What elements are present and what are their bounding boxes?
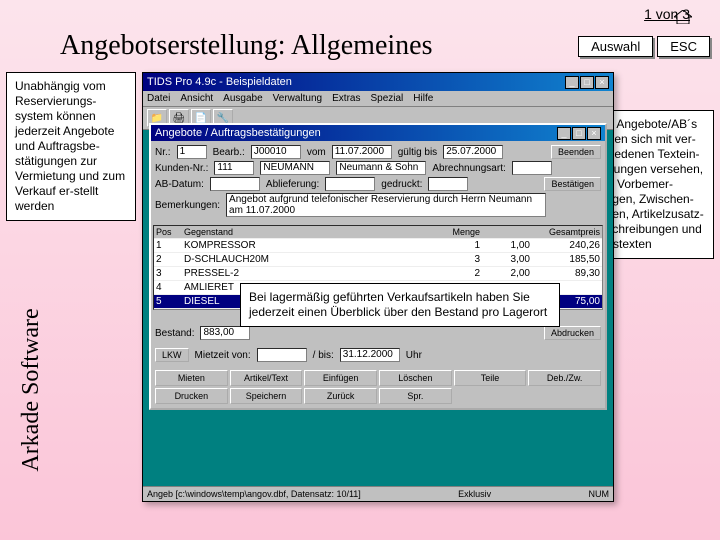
kunden-field[interactable]: 111 <box>214 161 254 175</box>
bestaetigen-button[interactable]: Bestätigen <box>544 177 601 191</box>
menu-hilfe[interactable]: Hilfe <box>413 93 433 104</box>
table-row[interactable]: 3PRESSEL-222,0089,30 <box>154 267 602 281</box>
abdrucken-button[interactable]: Abdrucken <box>544 326 601 340</box>
col-menge: Menge <box>432 226 482 238</box>
close-button[interactable]: × <box>595 76 609 89</box>
beenden-button[interactable]: Beenden <box>551 145 601 159</box>
status-num: NUM <box>589 489 610 499</box>
menubar: Datei Ansicht Ausgabe Verwaltung Extras … <box>143 91 613 107</box>
gueltig-label: gültig bis <box>398 147 437 158</box>
bis-field[interactable]: 31.12.2000 <box>340 348 400 362</box>
menu-ansicht[interactable]: Ansicht <box>180 93 213 104</box>
col-pos: Pos <box>154 226 182 238</box>
bestand-label: Bestand: <box>155 328 194 339</box>
action-buttons: Mieten Artikel/Text Einfügen Löschen Tei… <box>151 366 605 408</box>
lkw-button[interactable]: LKW <box>155 348 189 362</box>
col-gegenstand: Gegenstand <box>182 226 432 238</box>
sub-close-button[interactable]: × <box>587 127 601 140</box>
abrech-field[interactable] <box>512 161 552 175</box>
app-title: TIDS Pro 4.9c - Beispieldaten <box>147 76 292 88</box>
menu-spezial[interactable]: Spezial <box>370 93 403 104</box>
grid-header: Pos Gegenstand Menge Gesamtpreis <box>154 226 602 239</box>
page-title: Angebotserstellung: Allgemeines <box>60 30 433 62</box>
spr-button[interactable]: Spr. <box>379 388 452 404</box>
bearb-field[interactable]: J00010 <box>251 145 301 159</box>
menu-datei[interactable]: Datei <box>147 93 170 104</box>
bestand-field[interactable]: 883,00 <box>200 326 250 340</box>
callout-left: Unabhängig vom Reservierungs-system könn… <box>6 72 136 221</box>
ab-field[interactable] <box>210 177 260 191</box>
callout-bottom: Bei lagermäßig geführten Verkaufsartikel… <box>240 283 560 327</box>
sub-minimize-button[interactable]: _ <box>557 127 571 140</box>
name2-field[interactable]: Neumann & Sohn <box>336 161 426 175</box>
statusbar: Angeb [c:\windows\temp\angov.dbf, Datens… <box>143 486 613 501</box>
brand-vertical: Arkade Software <box>18 280 45 500</box>
home-icon[interactable] <box>674 10 692 24</box>
status-mode: Exklusiv <box>458 489 491 499</box>
minimize-button[interactable]: _ <box>565 76 579 89</box>
debzw-button[interactable]: Deb./Zw. <box>528 370 601 386</box>
nr-field[interactable]: 1 <box>177 145 207 159</box>
esc-button[interactable]: ESC <box>657 36 710 57</box>
subwindow-titlebar: Angebote / Auftragsbestätigungen _ □ × <box>151 125 605 141</box>
drucken-button[interactable]: Drucken <box>155 388 228 404</box>
sub-maximize-button[interactable]: □ <box>572 127 586 140</box>
bemerkungen-label: Bemerkungen: <box>155 200 220 211</box>
maximize-button[interactable]: □ <box>580 76 594 89</box>
ablief-label: Ablieferung: <box>266 179 319 190</box>
abrech-label: Abrechnungsart: <box>432 163 505 174</box>
speichern-button[interactable]: Speichern <box>230 388 303 404</box>
auswahl-button[interactable]: Auswahl <box>578 36 653 57</box>
col-preis: Gesamtpreis <box>532 226 602 238</box>
einfuegen-button[interactable]: Einfügen <box>304 370 377 386</box>
status-path: Angeb [c:\windows\temp\angov.dbf, Datens… <box>147 489 361 499</box>
col-blank <box>482 226 532 238</box>
mietzeit-label: Mietzeit von: <box>195 350 251 361</box>
bis-label: / bis: <box>313 350 334 361</box>
loeschen-button[interactable]: Löschen <box>379 370 452 386</box>
vom-field[interactable]: 11.07.2000 <box>332 145 392 159</box>
teile-button[interactable]: Teile <box>454 370 527 386</box>
gueltig-field[interactable]: 25.07.2000 <box>443 145 503 159</box>
ablief-field[interactable] <box>325 177 375 191</box>
app-titlebar: TIDS Pro 4.9c - Beispieldaten _ □ × <box>143 73 613 91</box>
vom-label: vom <box>307 147 326 158</box>
bearb-label: Bearb.: <box>213 147 245 158</box>
gedruckt-field[interactable] <box>428 177 468 191</box>
mietzeit-field[interactable] <box>257 348 307 362</box>
artikel-button[interactable]: Artikel/Text <box>230 370 303 386</box>
subwindow: Angebote / Auftragsbestätigungen _ □ × N… <box>149 123 607 410</box>
ab-label: AB-Datum: <box>155 179 204 190</box>
name-field[interactable]: NEUMANN <box>260 161 330 175</box>
menu-extras[interactable]: Extras <box>332 93 360 104</box>
table-row[interactable]: 1KOMPRESSOR11,00240,26 <box>154 239 602 253</box>
nr-label: Nr.: <box>155 147 171 158</box>
zurueck-button[interactable]: Zurück <box>304 388 377 404</box>
menu-ausgabe[interactable]: Ausgabe <box>223 93 262 104</box>
table-row[interactable]: 2D-SCHLAUCH20M33,00185,50 <box>154 253 602 267</box>
uhr-label: Uhr <box>406 350 422 361</box>
mieten-button[interactable]: Mieten <box>155 370 228 386</box>
gedruckt-label: gedruckt: <box>381 179 422 190</box>
kunden-label: Kunden-Nr.: <box>155 163 208 174</box>
bemerkungen-field[interactable]: Angebot aufgrund telefonischer Reservier… <box>226 193 546 217</box>
menu-verwaltung[interactable]: Verwaltung <box>273 93 322 104</box>
subwindow-title: Angebote / Auftragsbestätigungen <box>155 127 321 139</box>
